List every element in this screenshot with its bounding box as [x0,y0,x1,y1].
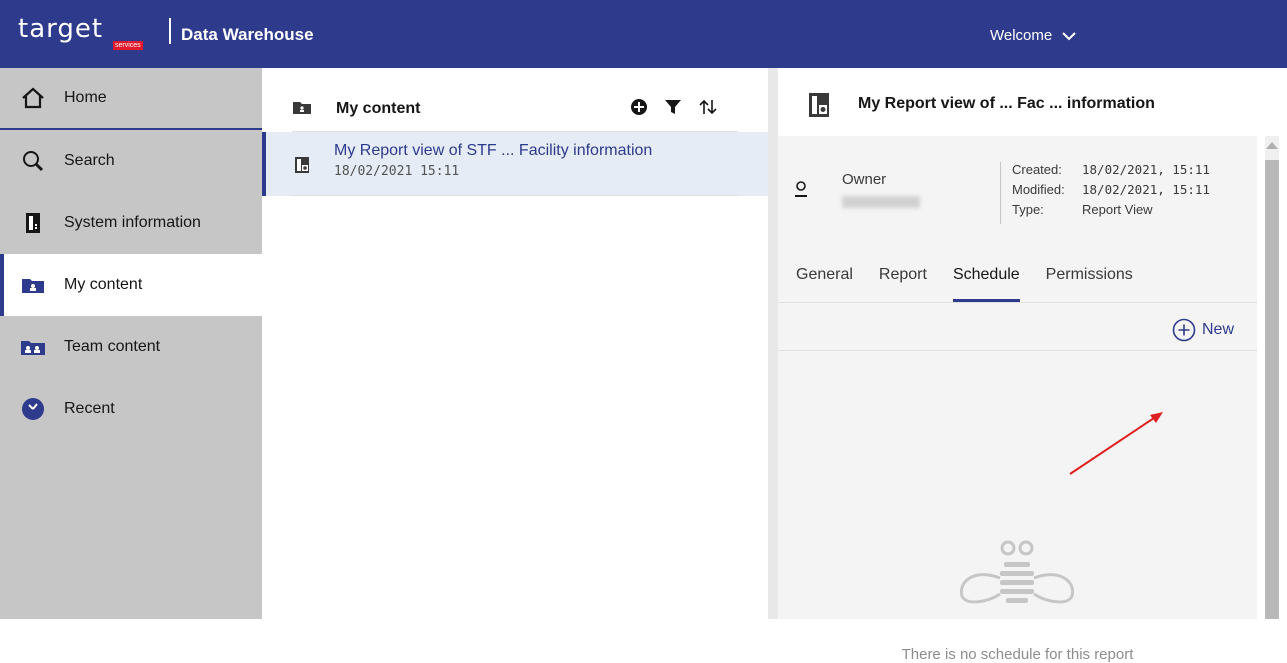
content-list-title: My content [336,100,421,117]
schedule-divider [778,350,1257,351]
tab-general[interactable]: General [796,266,853,302]
sidebar: Home Search System information My conten… [0,68,262,619]
owner-value-redacted [842,196,920,208]
type-label: Type: [1012,202,1044,217]
logo-sub: services [113,41,143,50]
my-content-folder-icon [20,273,46,297]
meta-info: Created: 18/02/2021, 15:11 Modified: 18/02… [1012,160,1210,220]
recent-clock-icon [20,397,46,421]
sidebar-item-search[interactable]: Search [0,130,262,192]
meta-separator [1000,162,1001,224]
welcome-menu[interactable]: Welcome [990,27,1076,44]
welcome-label: Welcome [990,27,1053,44]
sidebar-item-home[interactable]: Home [0,68,262,130]
chevron-down-icon [1062,31,1076,40]
empty-state-bee-icon [959,540,1075,604]
sidebar-item-system-information[interactable]: System information [0,192,262,254]
tab-schedule[interactable]: Schedule [952,266,1020,302]
modified-value: 18/02/2021, 15:11 [1082,182,1210,197]
sort-icon[interactable] [698,98,718,121]
created-value: 18/02/2021, 15:11 [1082,162,1210,177]
sidebar-item-label: System information [64,214,201,231]
system-information-icon [20,211,46,235]
panel-divider[interactable] [768,68,778,619]
details-title: My Report view of ... Fac ... informatio… [858,95,1155,112]
sidebar-item-label: Recent [64,400,115,417]
report-view-icon [808,92,830,123]
tab-permissions[interactable]: Permissions [1046,266,1133,302]
content-list-header: My content [292,80,738,132]
logo-divider [169,18,171,44]
scrollbar-thumb[interactable] [1265,160,1279,619]
owner-label: Owner [842,171,887,188]
tab-report[interactable]: Report [879,266,927,302]
sidebar-item-label: Team content [64,338,161,355]
modified-label: Modified: [1012,182,1065,197]
details-tabs: General Report Schedule Permissions [796,266,1133,302]
new-label: New [1202,321,1235,338]
content-list-toolbar [630,98,718,121]
user-icon [794,180,808,203]
content-item-date: 18/02/2021 15:11 [334,164,460,179]
row-divider [292,195,738,196]
content-list-panel: My content My Report view of STF ... Fac… [262,68,768,619]
report-view-icon [294,156,310,179]
content-list-item[interactable]: My Report view of STF ... Facility infor… [262,132,768,196]
details-scrollbar[interactable] [1257,136,1287,619]
annotation-arrow-icon [1069,412,1163,475]
type-value: Report View [1082,202,1153,217]
search-icon [20,149,46,173]
sidebar-item-my-content[interactable]: My content [0,254,262,316]
home-icon [20,86,46,110]
add-icon[interactable] [630,98,648,121]
sidebar-item-label: Search [64,152,115,169]
folder-icon [292,100,312,120]
sidebar-item-recent[interactable]: Recent [0,378,262,440]
content-item-name[interactable]: My Report view of STF ... Facility infor… [334,142,652,160]
logo-text: target [18,14,104,44]
team-content-folder-icon [20,335,46,359]
empty-schedule-message: There is no schedule for this report [901,646,1134,663]
sidebar-item-label: Home [64,89,107,106]
details-panel: My Report view of ... Fac ... informatio… [778,68,1287,663]
app-title: Data Warehouse [181,25,314,44]
details-body: Owner Created: 18/02/2021, 15:11 Modified… [778,136,1257,663]
top-header: target services Data Warehouse Welcome [0,0,1287,68]
add-circle-icon [1172,318,1196,342]
filter-icon[interactable] [664,98,682,121]
new-schedule-button[interactable]: New [1172,318,1234,342]
scroll-up-icon[interactable] [1266,142,1278,149]
created-label: Created: [1012,162,1062,177]
tabs-divider [778,302,1257,303]
sidebar-item-team-content[interactable]: Team content [0,316,262,378]
sidebar-item-label: My content [64,276,143,293]
target-services-logo[interactable]: target services [18,14,171,54]
